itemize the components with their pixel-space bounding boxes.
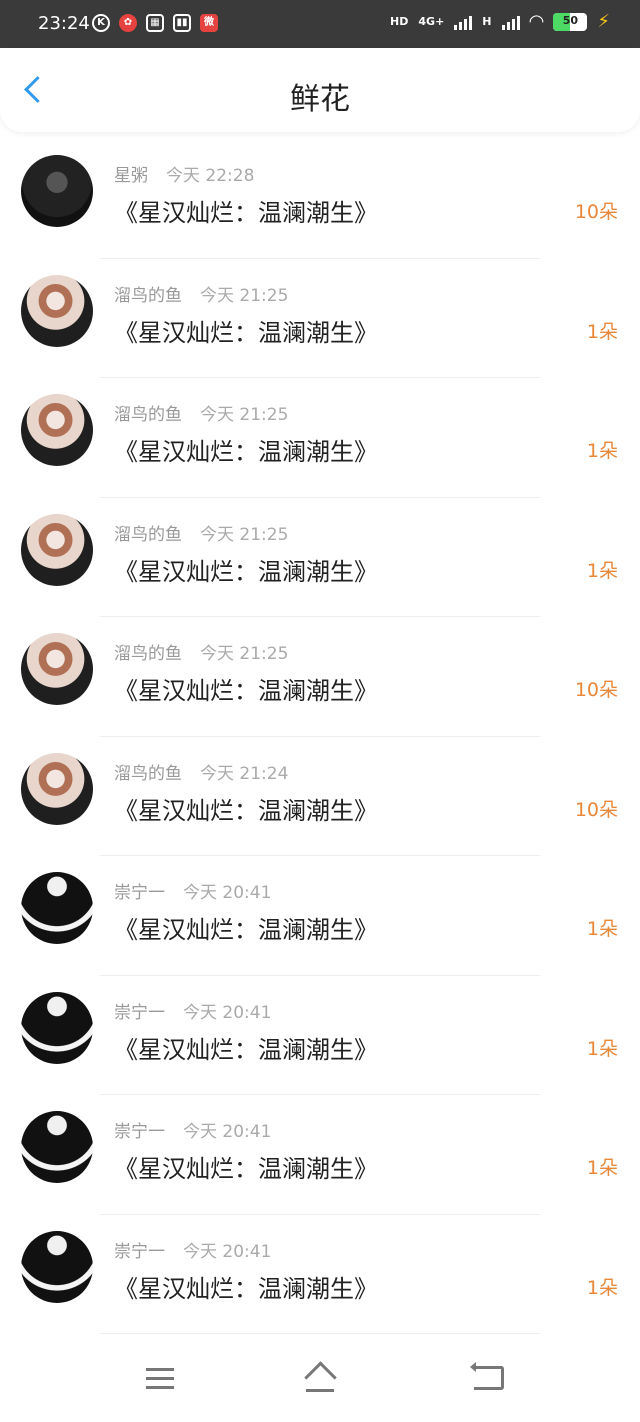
avatar[interactable]	[21, 155, 93, 227]
divider	[100, 1333, 540, 1334]
avatar[interactable]	[21, 872, 93, 944]
user-name: 溜鸟的鱼	[114, 285, 182, 306]
hd-icon: HD	[390, 15, 409, 28]
status-right: HD 4G+ H ◠ 50 ⚡	[390, 11, 610, 32]
back-icon[interactable]	[470, 1362, 504, 1390]
user-name: 溜鸟的鱼	[114, 405, 182, 425]
avatar[interactable]	[21, 752, 93, 825]
record-time: 今天 20:41	[183, 1002, 272, 1023]
status-time: 23:24	[38, 13, 90, 34]
record-meta: 崇宁一 今天 20:41	[114, 878, 271, 903]
signal-icon-2	[501, 14, 520, 30]
flower-count: 1朵	[586, 440, 618, 462]
flower-count: 1朵	[586, 918, 618, 940]
book-title: 《星汉灿烂：温澜潮生》	[114, 1035, 378, 1064]
home-icon[interactable]	[302, 1362, 338, 1392]
list-item[interactable]: 崇宁一 今天 20:41 《星汉灿烂：温澜潮生》 1朵	[0, 976, 640, 1095]
avatar[interactable]	[21, 513, 93, 586]
book-title: 《星汉灿烂：温澜潮生》	[114, 557, 378, 586]
record-meta: 星粥 今天 22:28	[114, 161, 254, 186]
flower-count: 1朵	[586, 1276, 618, 1299]
book-title: 《星汉灿烂：温澜潮生》	[114, 438, 378, 466]
page-title: 鲜花	[290, 82, 350, 117]
record-time: 今天 22:28	[166, 166, 255, 186]
book-title: 《星汉灿烂：温澜潮生》	[114, 1155, 378, 1183]
record-meta: 溜鸟的鱼 今天 21:24	[114, 759, 288, 784]
bottom-nav	[0, 1344, 640, 1422]
list-item[interactable]: 溜鸟的鱼 今天 21:25 《星汉灿烂：温澜潮生》 1朵	[0, 498, 640, 617]
header: 鲜花	[0, 48, 640, 132]
book-title: 《星汉灿烂：温澜潮生》	[114, 677, 378, 705]
status-bar: 23:24 K ✿ ▦ ▮▮ 微 HD 4G+ H ◠ 50 ⚡	[0, 0, 640, 48]
record-meta: 崇宁一 今天 20:41	[114, 1117, 271, 1142]
list-item[interactable]: 溜鸟的鱼 今天 21:24 《星汉灿烂：温澜潮生》 10朵	[0, 737, 640, 856]
avatar[interactable]	[21, 394, 93, 466]
netease-music-icon: ✿	[119, 14, 137, 32]
record-meta: 溜鸟的鱼 今天 21:25	[114, 400, 288, 425]
user-name: 溜鸟的鱼	[114, 644, 182, 664]
flower-count: 1朵	[586, 1037, 618, 1060]
user-name: 崇宁一	[114, 1241, 165, 1262]
book-title: 《星汉灿烂：温澜潮生》	[114, 199, 378, 227]
user-name: 溜鸟的鱼	[114, 524, 182, 545]
record-meta: 崇宁一 今天 20:41	[114, 998, 271, 1023]
book-title: 《星汉灿烂：温澜潮生》	[114, 916, 378, 944]
list-item[interactable]: 崇宁一 今天 20:41 《星汉灿烂：温澜潮生》 1朵	[0, 1095, 640, 1215]
record-meta: 崇宁一 今天 20:41	[114, 1237, 271, 1262]
record-time: 今天 21:25	[200, 524, 289, 545]
record-time: 今天 21:24	[200, 763, 289, 784]
wifi-icon: ◠	[529, 10, 544, 32]
record-time: 今天 21:25	[200, 405, 289, 425]
avatar[interactable]	[21, 991, 93, 1064]
qr-scan-icon: ▦	[146, 14, 164, 32]
weibo-icon: 微	[200, 14, 218, 32]
list-item[interactable]: 溜鸟的鱼 今天 21:25 《星汉灿烂：温澜潮生》 1朵	[0, 378, 640, 498]
record-time: 今天 20:41	[183, 883, 272, 903]
battery-icon: 50	[553, 12, 588, 31]
flower-count: 10朵	[574, 679, 618, 701]
record-time: 今天 20:41	[183, 1122, 272, 1142]
flower-count: 10朵	[574, 798, 618, 821]
record-meta: 溜鸟的鱼 今天 21:25	[114, 520, 288, 545]
user-name: 星粥	[114, 166, 148, 186]
record-meta: 溜鸟的鱼 今天 21:25	[114, 639, 288, 664]
flower-record-list: 星粥 今天 22:28 《星汉灿烂：温澜潮生》 10朵 溜鸟的鱼 今天 21:25 《星汉灿…	[0, 139, 640, 1334]
user-name: 溜鸟的鱼	[114, 763, 182, 784]
menu-icon[interactable]	[146, 1368, 174, 1390]
record-meta: 溜鸟的鱼 今天 21:25	[114, 281, 288, 306]
battery-level: 50	[562, 13, 579, 27]
list-item[interactable]: 溜鸟的鱼 今天 21:25 《星汉灿烂：温澜潮生》 1朵	[0, 259, 640, 378]
network-4g-label: 4G+	[418, 15, 445, 28]
book-title: 《星汉灿烂：温澜潮生》	[114, 318, 378, 347]
list-item[interactable]: 溜鸟的鱼 今天 21:25 《星汉灿烂：温澜潮生》 10朵	[0, 617, 640, 737]
signal-icon	[454, 14, 473, 30]
avatar[interactable]	[21, 1111, 93, 1183]
book-icon: ▮▮	[173, 14, 191, 32]
list-item[interactable]: 崇宁一 今天 20:41 《星汉灿烂：温澜潮生》 1朵	[0, 856, 640, 976]
record-time: 今天 21:25	[200, 285, 289, 306]
list-item[interactable]: 崇宁一 今天 20:41 《星汉灿烂：温澜潮生》 1朵	[0, 1215, 640, 1334]
record-time: 今天 20:41	[183, 1241, 272, 1262]
avatar[interactable]	[21, 1230, 93, 1303]
flower-count: 1朵	[586, 1157, 618, 1179]
user-name: 崇宁一	[114, 883, 165, 903]
list-item[interactable]: 星粥 今天 22:28 《星汉灿烂：温澜潮生》 10朵	[0, 139, 640, 259]
book-title: 《星汉灿烂：温澜潮生》	[114, 1274, 378, 1303]
flower-count: 1朵	[586, 320, 618, 343]
user-name: 崇宁一	[114, 1122, 165, 1142]
app-k-icon: K	[92, 14, 110, 32]
charging-icon: ⚡	[597, 11, 610, 32]
user-name: 崇宁一	[114, 1002, 165, 1023]
network-h-label: H	[482, 15, 492, 28]
flower-count: 1朵	[586, 559, 618, 582]
book-title: 《星汉灿烂：温澜潮生》	[114, 796, 378, 825]
avatar[interactable]	[21, 274, 93, 347]
flower-count: 10朵	[574, 201, 618, 223]
avatar[interactable]	[21, 633, 93, 705]
record-time: 今天 21:25	[200, 644, 289, 664]
status-app-icons: K ✿ ▦ ▮▮ 微	[92, 14, 218, 32]
